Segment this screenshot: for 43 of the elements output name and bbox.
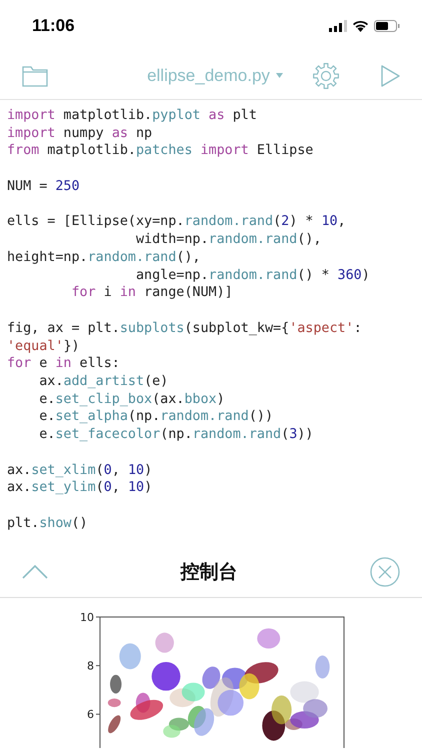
close-button[interactable] [370, 557, 400, 587]
ellipse [163, 724, 180, 738]
settings-button[interactable] [312, 62, 340, 90]
folder-button[interactable] [22, 64, 48, 86]
status-time: 11:06 [32, 16, 75, 36]
ellipse [110, 674, 122, 694]
ellipse [315, 656, 330, 678]
console-title: 控制台 [180, 560, 238, 585]
code-line: NUM = 250 [7, 178, 81, 196]
code-line: height=np.random.rand(), [7, 248, 202, 267]
signal-icon [329, 20, 347, 32]
ellipse [108, 698, 121, 708]
code-line: import numpy as np [7, 124, 154, 142]
file-name-dropdown[interactable]: ellipse_demo.py [147, 66, 283, 86]
ellipse [155, 632, 174, 653]
wifi-icon [352, 20, 369, 32]
y-tick-label: 10 [80, 612, 94, 624]
ellipse [119, 643, 141, 670]
collapse-button[interactable] [22, 565, 48, 579]
code-line: ax.add_artist(e) [38, 373, 170, 391]
code-line: 'equal'}) [7, 338, 81, 356]
code-line: from matplotlib.patches import Ellipse [7, 142, 314, 160]
code-line: ax.set_ylim(0, 10) [7, 479, 154, 498]
run-button[interactable] [380, 64, 400, 86]
y-tick-label: 6 [87, 708, 94, 722]
caret-icon [276, 73, 283, 78]
code-line: ax.set_xlim(0, 10) [7, 462, 154, 480]
code-line: fig, ax = plt.subplots(subplot_kw={'aspect': [7, 320, 363, 338]
ellipse [290, 681, 319, 703]
code-line: e.set_facecolor(np.random.rand(3)) [38, 426, 314, 444]
y-tick-label: 8 [87, 660, 94, 673]
code-line: angle=np.random.rand() * 360) [134, 266, 371, 284]
code-line: e.set_alpha(np.random.rand()) [38, 408, 274, 426]
code-line: for i in range(NUM)] [70, 284, 234, 302]
code-line: ells = [Ellipse(xy=np.random.rand(2) * 10, [7, 213, 347, 232]
battery-icon [374, 20, 400, 32]
code-line: import matplotlib.pyplot as plt [7, 107, 258, 125]
code-line: e.set_clip_box(ax.bbox) [38, 390, 226, 408]
code-line: for e in ells: [7, 355, 121, 374]
code-line: plt.show() [7, 514, 89, 533]
code-line: width=np.random.rand(), [134, 231, 322, 249]
ellipse [257, 628, 280, 648]
ellipse [108, 715, 121, 734]
